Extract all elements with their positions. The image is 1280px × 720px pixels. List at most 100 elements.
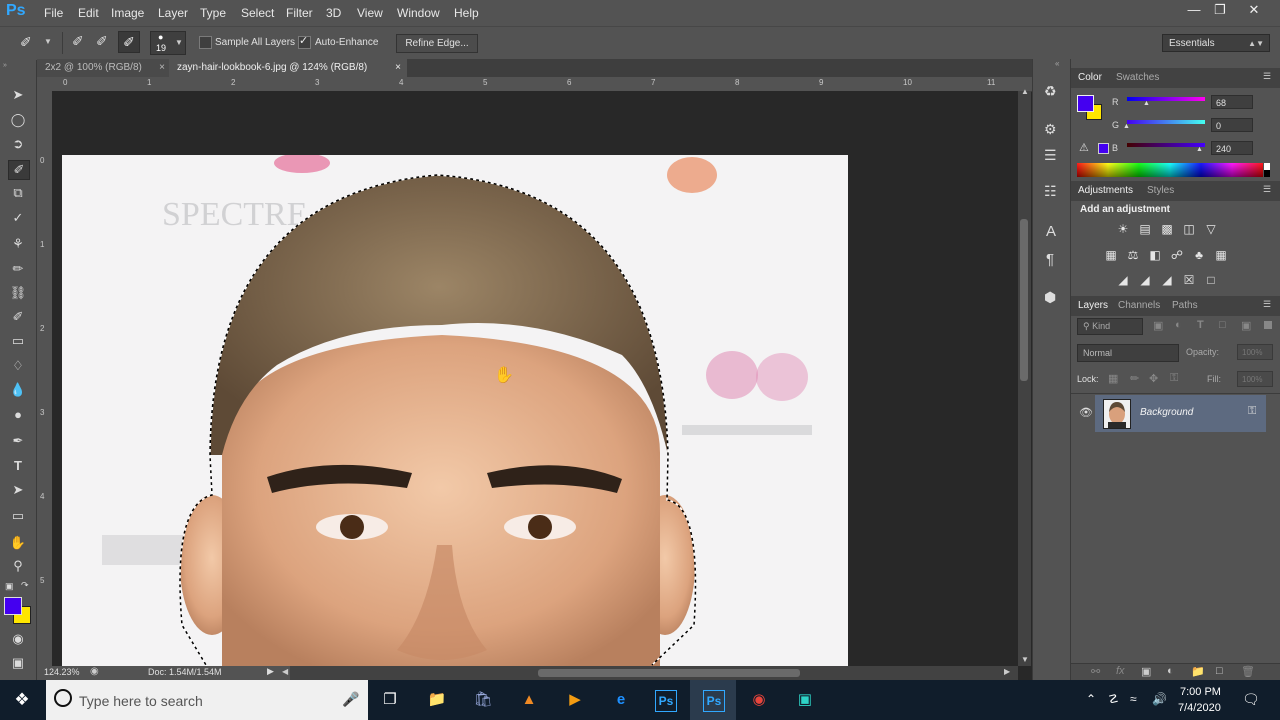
horizontal-scroll-thumb[interactable] bbox=[538, 669, 800, 677]
brush-presets-icon[interactable]: ☰ bbox=[1044, 147, 1057, 164]
history-brush-tool-icon[interactable]: ✐ bbox=[8, 308, 28, 326]
scroll-up-icon[interactable]: ▲ bbox=[1021, 87, 1029, 96]
black-swatch[interactable] bbox=[1264, 170, 1270, 177]
clone-stamp-tool-icon[interactable]: ⛓ bbox=[8, 284, 28, 302]
vertical-scrollbar[interactable]: ▲ ▼ bbox=[1018, 87, 1031, 666]
clock-date[interactable]: 7/4/2020 bbox=[1178, 702, 1221, 714]
paragraph-icon[interactable]: ¶ bbox=[1046, 251, 1054, 268]
marquee-tool-icon[interactable]: ◯ bbox=[8, 111, 28, 129]
g-value-input[interactable]: 0 bbox=[1211, 118, 1253, 132]
actions-icon[interactable]: ⚙ bbox=[1044, 121, 1057, 138]
character-icon[interactable]: A bbox=[1046, 223, 1056, 240]
black-white-icon[interactable]: ◧ bbox=[1147, 248, 1163, 262]
lock-all-icon[interactable]: ⚿ bbox=[1170, 372, 1178, 385]
scroll-left-icon[interactable]: ◀ bbox=[282, 667, 288, 676]
new-layer-icon[interactable]: □ bbox=[1216, 665, 1223, 677]
threshold-icon[interactable]: ◢ bbox=[1159, 273, 1175, 287]
posterize-icon[interactable]: ◢ bbox=[1137, 273, 1153, 287]
tab-adjustments[interactable]: Adjustments bbox=[1078, 185, 1133, 196]
panel-menu-icon[interactable]: ☰ bbox=[1263, 71, 1271, 82]
filter-shape-icon[interactable]: □ bbox=[1219, 319, 1226, 331]
scroll-right-icon[interactable]: ▶ bbox=[1004, 667, 1010, 676]
photoshop-icon[interactable]: Ps bbox=[655, 690, 677, 712]
minimize-button[interactable]: — bbox=[1180, 2, 1208, 20]
quick-selection-tool-icon[interactable]: ✐ bbox=[8, 160, 30, 180]
properties-icon[interactable]: ☷ bbox=[1044, 183, 1057, 200]
photoshop-active-task[interactable]: Ps bbox=[690, 680, 736, 720]
3d-icon[interactable]: ⬢ bbox=[1044, 289, 1056, 306]
notifications-icon[interactable]: 🗨 bbox=[1242, 691, 1260, 708]
pen-tool-icon[interactable]: ✒ bbox=[8, 432, 28, 450]
b-slider-thumb[interactable]: ▲ bbox=[1196, 146, 1203, 153]
path-selection-tool-icon[interactable]: ➤ bbox=[8, 481, 28, 499]
blend-mode-select[interactable]: Normal bbox=[1077, 344, 1179, 362]
store-icon[interactable]: 🛍 bbox=[471, 688, 495, 712]
photo-filter-icon[interactable]: ☍ bbox=[1169, 248, 1185, 262]
new-selection-icon[interactable]: ✐ bbox=[72, 33, 84, 50]
auto-enhance-checkbox[interactable]: ✓ bbox=[298, 35, 311, 49]
color-spectrum-ramp[interactable] bbox=[1077, 163, 1263, 177]
layer-name[interactable]: Background bbox=[1140, 407, 1193, 418]
panel-menu-icon[interactable]: ☰ bbox=[1263, 299, 1271, 310]
move-tool-icon[interactable]: ➤ bbox=[8, 86, 28, 104]
delete-layer-icon[interactable]: 🗑 bbox=[1241, 665, 1255, 678]
show-hidden-icons-icon[interactable]: ⌃ bbox=[1086, 692, 1096, 706]
swap-colors-icon[interactable]: ↷ bbox=[21, 580, 29, 591]
hue-saturation-icon[interactable]: ▦ bbox=[1103, 248, 1119, 262]
lock-position-icon[interactable]: ✥ bbox=[1149, 372, 1158, 385]
menu-type[interactable]: Type bbox=[200, 6, 226, 20]
tab-paths[interactable]: Paths bbox=[1172, 300, 1198, 311]
screen-mode-icon[interactable]: ▣ bbox=[8, 654, 28, 672]
zoom-tool-icon[interactable]: ⚲ bbox=[8, 557, 28, 575]
quick-mask-icon[interactable]: ◉ bbox=[8, 630, 28, 648]
workspace-select[interactable]: Essentials ▲▼ bbox=[1162, 34, 1270, 52]
vlc-icon[interactable]: ▲ bbox=[517, 688, 541, 712]
r-slider-thumb[interactable]: ▲ bbox=[1143, 100, 1150, 107]
restore-button[interactable]: ❐ bbox=[1206, 2, 1234, 20]
close-icon[interactable]: × bbox=[395, 59, 401, 77]
menu-3d[interactable]: 3D bbox=[326, 6, 341, 20]
screen-recorder-icon[interactable]: ▣ bbox=[793, 688, 817, 712]
network-icon[interactable]: ☡ bbox=[1108, 692, 1119, 706]
r-slider[interactable] bbox=[1127, 97, 1205, 101]
tab-zayn-hair-lookbook[interactable]: zayn-hair-lookbook-6.jpg @ 124% (RGB/8) … bbox=[169, 59, 407, 77]
tab-color[interactable]: Color bbox=[1078, 72, 1102, 83]
brightness-icon[interactable]: ☀ bbox=[1115, 222, 1131, 236]
brush-picker[interactable]: ● 19 ▼ bbox=[150, 31, 186, 55]
levels-icon[interactable]: ▤ bbox=[1137, 222, 1153, 236]
media-player-icon[interactable]: ▶ bbox=[563, 688, 587, 712]
horizontal-scrollbar[interactable]: ◀ ▶ bbox=[282, 666, 1018, 680]
type-tool-icon[interactable]: T bbox=[8, 457, 28, 475]
white-swatch[interactable] bbox=[1264, 163, 1270, 170]
b-value-input[interactable]: 240 bbox=[1211, 141, 1253, 155]
exposure-icon[interactable]: ◫ bbox=[1181, 222, 1197, 236]
edge-icon[interactable]: e bbox=[609, 688, 633, 712]
paint-bucket-tool-icon[interactable]: ♢ bbox=[8, 357, 28, 375]
brush-tool-icon[interactable]: ✏ bbox=[8, 260, 28, 278]
wifi-icon[interactable]: ≈ bbox=[1130, 692, 1137, 706]
menu-filter[interactable]: Filter bbox=[286, 6, 313, 20]
layer-visibility-eye-icon[interactable]: 👁 bbox=[1079, 406, 1093, 419]
sample-all-layers-checkbox[interactable] bbox=[199, 36, 212, 49]
tab-2x2[interactable]: 2x2 @ 100% (RGB/8) × bbox=[37, 59, 171, 77]
g-slider[interactable] bbox=[1127, 120, 1205, 124]
filter-type-icon[interactable]: T bbox=[1197, 319, 1204, 331]
document-image[interactable]: SPECTRE bbox=[62, 155, 848, 666]
refine-edge-button[interactable]: Refine Edge... bbox=[396, 34, 478, 53]
add-mask-icon[interactable]: ▣ bbox=[1141, 665, 1151, 678]
layer-row-background[interactable]: Background ⚿ bbox=[1095, 395, 1266, 432]
microphone-icon[interactable]: 🎤 bbox=[342, 691, 359, 708]
curves-icon[interactable]: ▩ bbox=[1159, 222, 1175, 236]
zoom-level[interactable]: 124.23% bbox=[44, 667, 80, 677]
color-lookup-icon[interactable]: ▦ bbox=[1213, 248, 1229, 262]
filter-kind-select[interactable]: ⚲ Kind bbox=[1077, 318, 1143, 335]
menu-window[interactable]: Window bbox=[397, 6, 440, 20]
filter-smart-object-icon[interactable]: ▣ bbox=[1241, 319, 1251, 332]
gradient-map-icon[interactable]: □ bbox=[1203, 273, 1219, 287]
close-button[interactable]: ✕ bbox=[1240, 2, 1268, 20]
vibrance-icon[interactable]: ▽ bbox=[1203, 222, 1219, 236]
blur-tool-icon[interactable]: 💧 bbox=[8, 381, 28, 399]
g-slider-thumb[interactable]: ▲ bbox=[1123, 123, 1130, 130]
b-slider[interactable] bbox=[1127, 143, 1205, 147]
filter-pixel-icon[interactable]: ▣ bbox=[1153, 319, 1163, 332]
